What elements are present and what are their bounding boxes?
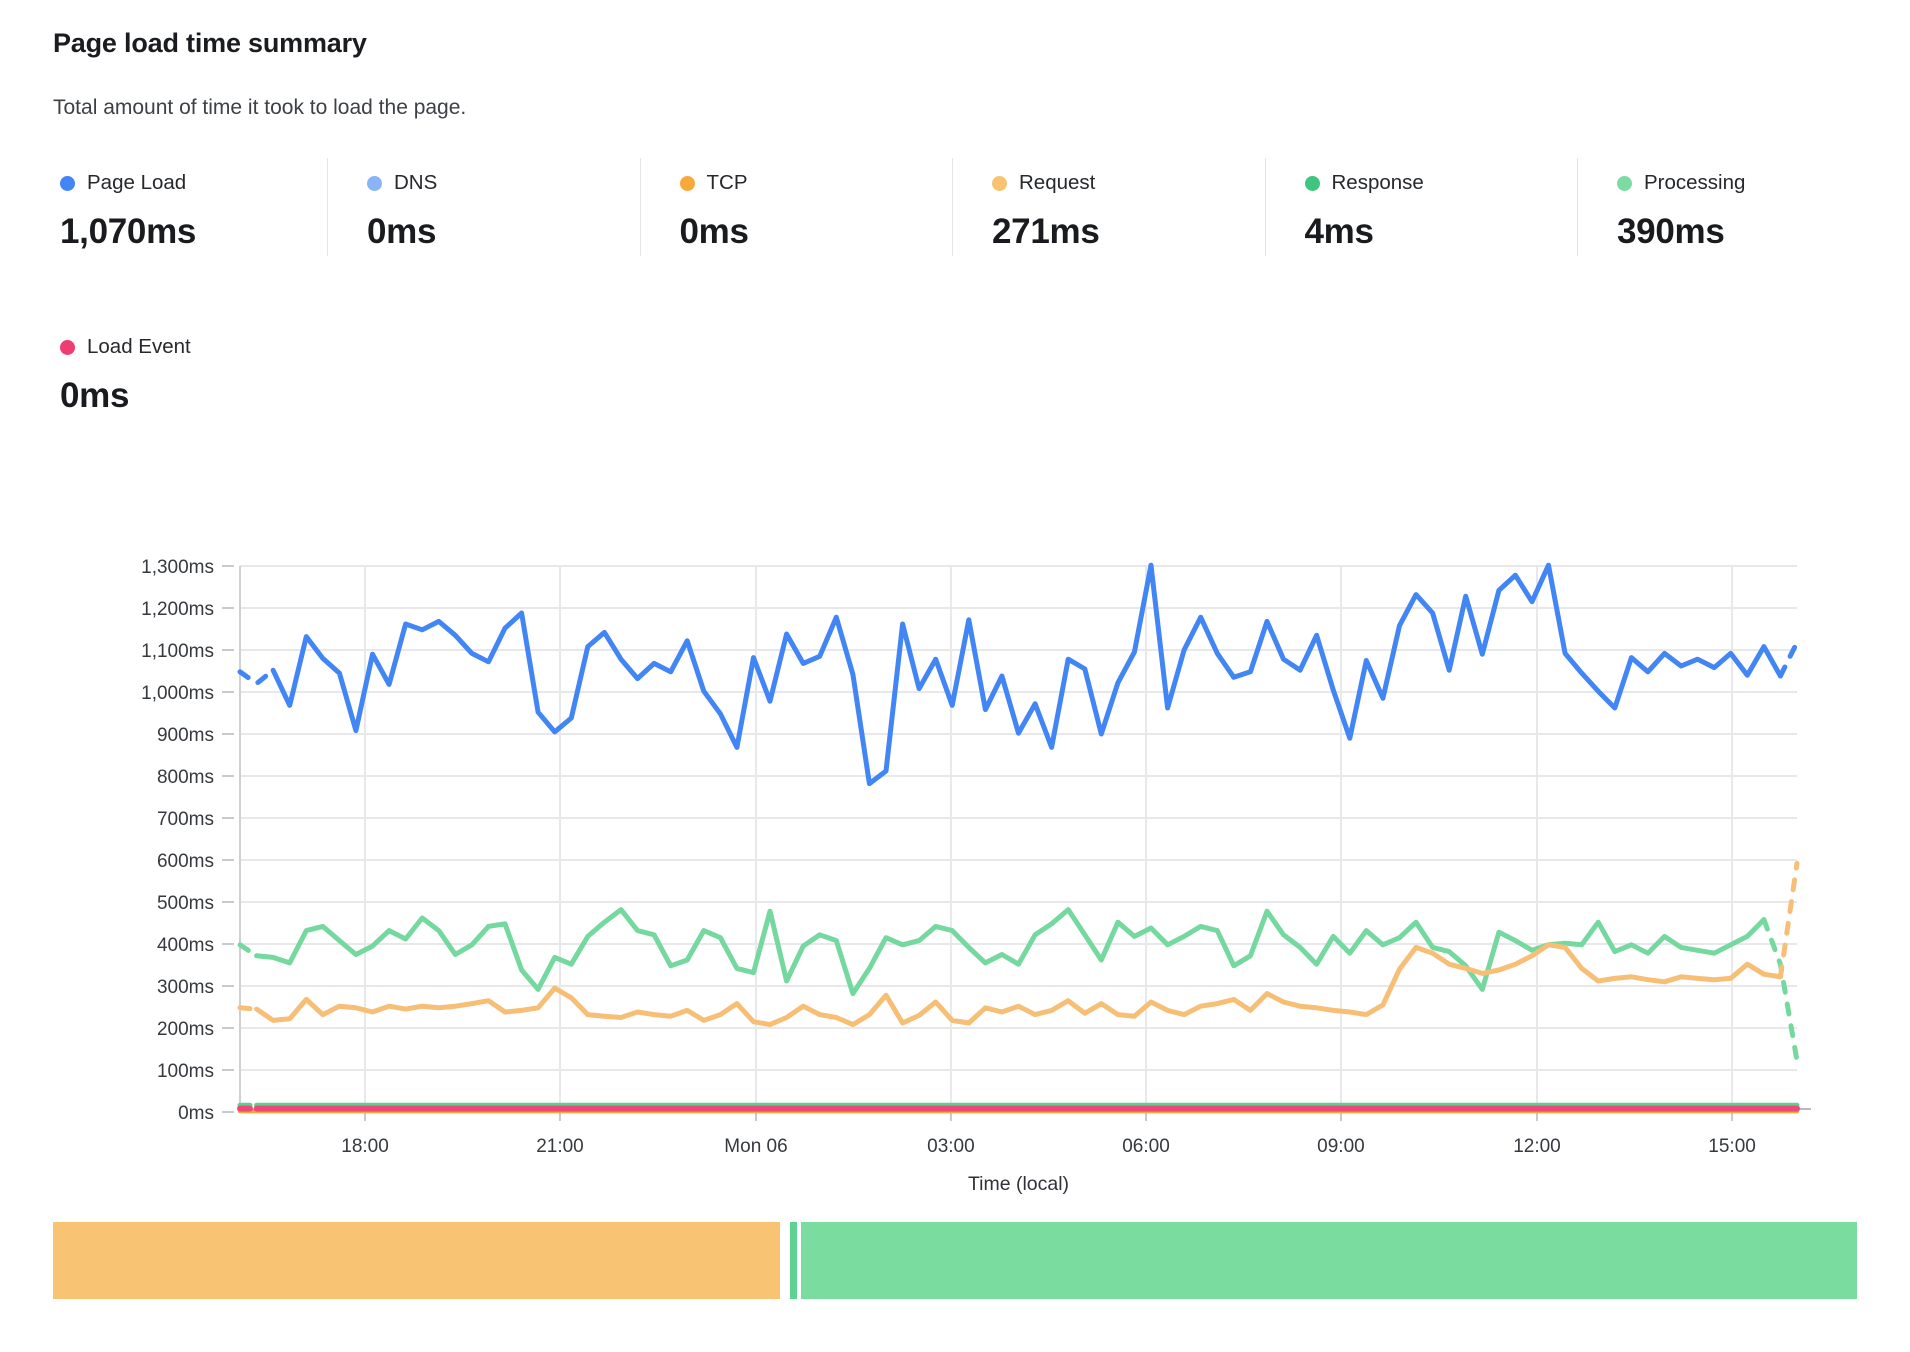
dns-dot-icon xyxy=(367,176,382,191)
metric-value: 0ms xyxy=(367,212,640,252)
status-bar-segment-response-span[interactable] xyxy=(801,1222,1857,1299)
legend-metrics-row-2: Load Event 0ms xyxy=(53,322,191,420)
metric-value: 271ms xyxy=(992,212,1265,252)
series-line-page-load xyxy=(1780,642,1797,676)
metric-label: Load Event xyxy=(87,335,191,359)
metric-value: 390ms xyxy=(1617,212,1890,252)
load-event-dot-icon xyxy=(60,340,75,355)
legend-item-dns[interactable]: DNS 0ms xyxy=(327,158,640,256)
series-line-request xyxy=(257,945,1781,1025)
metric-label: Page Load xyxy=(87,171,186,195)
load-time-chart[interactable]: 0ms 100ms 200ms 300ms 400ms 500ms 600ms 700ms 80… xyxy=(53,450,1857,1210)
x-axis-tick-label: 06:00 xyxy=(1122,1136,1170,1157)
metric-value: 0ms xyxy=(60,376,191,416)
request-dot-icon xyxy=(992,176,1007,191)
status-bar-segment-green-sliver[interactable] xyxy=(790,1222,797,1299)
x-axis-tick-label: Mon 06 xyxy=(724,1136,787,1157)
y-axis-tick-label: 600ms xyxy=(157,851,214,872)
y-axis-tick-label: 800ms xyxy=(157,767,214,788)
status-bar-segment-request-span[interactable] xyxy=(53,1222,780,1299)
legend-item-tcp[interactable]: TCP 0ms xyxy=(640,158,953,256)
x-axis-tick-label: 12:00 xyxy=(1513,1136,1561,1157)
x-axis-tick-label: 18:00 xyxy=(341,1136,389,1157)
metric-value: 0ms xyxy=(680,212,953,252)
legend-item-request[interactable]: Request 271ms xyxy=(952,158,1265,256)
page-load-dot-icon xyxy=(60,176,75,191)
metric-label: TCP xyxy=(707,171,748,195)
metric-label: Processing xyxy=(1644,171,1745,195)
page-subtitle: Total amount of time it took to load the… xyxy=(53,96,466,120)
y-axis-tick-label: 300ms xyxy=(157,977,214,998)
series-line-page-load xyxy=(240,670,273,683)
timeline-status-bar[interactable] xyxy=(53,1222,1857,1299)
metric-value: 4ms xyxy=(1305,212,1578,252)
x-axis-tick-label: 09:00 xyxy=(1317,1136,1365,1157)
series-line-processing xyxy=(240,945,257,956)
y-axis-tick-label: 500ms xyxy=(157,893,214,914)
x-axis-title: Time (local) xyxy=(968,1173,1069,1195)
processing-dot-icon xyxy=(1617,176,1632,191)
chart-canvas[interactable]: 0ms 100ms 200ms 300ms 400ms 500ms 600ms 700ms 80… xyxy=(53,450,1857,1210)
legend-item-page-load[interactable]: Page Load 1,070ms xyxy=(53,158,327,256)
legend-metrics-row: Page Load 1,070ms DNS 0ms TCP 0ms Reques… xyxy=(53,158,1890,256)
x-axis-tick-label: 03:00 xyxy=(927,1136,975,1157)
y-axis-tick-label: 900ms xyxy=(157,725,214,746)
series-line-page-load xyxy=(273,565,1780,783)
y-axis-tick-label: 200ms xyxy=(157,1019,214,1040)
y-axis-tick-label: 100ms xyxy=(157,1061,214,1082)
y-axis-tick-label: 0ms xyxy=(178,1103,214,1124)
y-axis-tick-label: 1,100ms xyxy=(141,641,214,662)
status-bar-segment-gap xyxy=(780,1222,790,1299)
series-line-request xyxy=(1780,863,1797,976)
page-title: Page load time summary xyxy=(53,28,367,59)
y-axis-tick-label: 700ms xyxy=(157,809,214,830)
metric-label: Response xyxy=(1332,171,1424,195)
x-axis-tick-label: 15:00 xyxy=(1708,1136,1756,1157)
legend-item-processing[interactable]: Processing 390ms xyxy=(1577,158,1890,256)
y-axis-tick-label: 1,200ms xyxy=(141,599,214,620)
y-axis-tick-label: 1,000ms xyxy=(141,683,214,704)
series-page-load xyxy=(240,565,1797,783)
tcp-dot-icon xyxy=(680,176,695,191)
y-axis-tick-label: 1,300ms xyxy=(141,557,214,578)
metric-value: 1,070ms xyxy=(60,212,327,252)
x-axis-tick-label: 21:00 xyxy=(536,1136,584,1157)
response-dot-icon xyxy=(1305,176,1320,191)
legend-item-load-event[interactable]: Load Event 0ms xyxy=(53,322,191,420)
metric-label: Request xyxy=(1019,171,1095,195)
y-axis-tick-label: 400ms xyxy=(157,935,214,956)
page-load-summary-panel: { "header": { "title": "Page load time s… xyxy=(0,0,1910,1352)
legend-item-response[interactable]: Response 4ms xyxy=(1265,158,1578,256)
series-line-processing xyxy=(1764,920,1797,1061)
metric-label: DNS xyxy=(394,171,437,195)
